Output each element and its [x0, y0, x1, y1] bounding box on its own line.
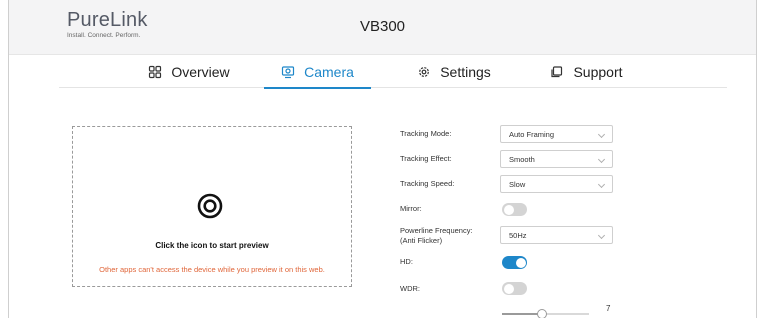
- gear-icon: [419, 66, 430, 77]
- header: PureLink Install. Connect. Perform. VB30…: [9, 0, 756, 55]
- chevron-down-icon: [597, 155, 606, 164]
- camera-icon: [281, 65, 295, 78]
- wdr-level-value: 7: [606, 304, 611, 313]
- wdr-level-slider[interactable]: [502, 309, 589, 318]
- mirror-label: Mirror:: [400, 204, 422, 213]
- hd-label: HD:: [400, 257, 413, 266]
- chevron-down-icon: [597, 180, 606, 189]
- powerline-frequency-select[interactable]: 50Hz: [500, 226, 613, 244]
- tab-support-label: Support: [573, 63, 623, 80]
- powerline-frequency-label-line1: Powerline Frequency:: [400, 226, 473, 235]
- tracking-mode-value: Auto Framing: [509, 129, 555, 139]
- tab-camera[interactable]: Camera: [264, 55, 371, 89]
- tab-support[interactable]: Support: [529, 55, 644, 88]
- tracking-mode-label: Tracking Mode:: [400, 129, 452, 138]
- chevron-down-icon: [597, 130, 606, 139]
- toggle-knob: [515, 257, 526, 268]
- slider-fill: [502, 313, 542, 315]
- slider-thumb[interactable]: [536, 309, 547, 318]
- app-window: PureLink Install. Connect. Perform. VB30…: [8, 0, 757, 318]
- tracking-speed-label: Tracking Speed:: [400, 179, 455, 188]
- grid-icon: [149, 65, 162, 78]
- product-title: VB300: [359, 18, 406, 35]
- tab-settings[interactable]: Settings: [399, 55, 509, 88]
- powerline-frequency-value: 50Hz: [509, 230, 527, 240]
- wdr-toggle[interactable]: [502, 282, 527, 295]
- powerline-frequency-label: Powerline Frequency: (Anti Flicker): [400, 226, 473, 246]
- tab-overview-label: Overview: [171, 63, 230, 80]
- preview-instruction: Click the icon to start preview: [155, 241, 269, 250]
- tab-bar: Overview Camera Settings Support: [59, 55, 727, 89]
- tracking-speed-value: Slow: [509, 179, 526, 189]
- tab-settings-label: Settings: [440, 63, 491, 80]
- wdr-label: WDR:: [400, 284, 420, 293]
- toggle-knob: [503, 283, 514, 294]
- mirror-toggle[interactable]: [502, 203, 527, 216]
- tracking-effect-value: Smooth: [509, 154, 535, 164]
- tracking-speed-select[interactable]: Slow: [500, 175, 613, 193]
- tab-overview[interactable]: Overview: [134, 55, 244, 88]
- powerline-frequency-label-line2: (Anti Flicker): [400, 236, 443, 245]
- tracking-effect-select[interactable]: Smooth: [500, 150, 613, 168]
- support-icon: [551, 65, 563, 77]
- toggle-knob: [503, 204, 514, 215]
- hd-toggle[interactable]: [502, 256, 527, 269]
- preview-warning: Other apps can't access the device while…: [99, 265, 325, 274]
- tracking-effect-label: Tracking Effect:: [400, 154, 452, 163]
- tracking-mode-select[interactable]: Auto Framing: [500, 125, 613, 143]
- chevron-down-icon: [597, 231, 606, 240]
- camera-preview-area: Click the icon to start preview Other ap…: [72, 126, 352, 287]
- preview-start-icon[interactable]: [197, 193, 223, 219]
- tab-camera-label: Camera: [304, 63, 354, 80]
